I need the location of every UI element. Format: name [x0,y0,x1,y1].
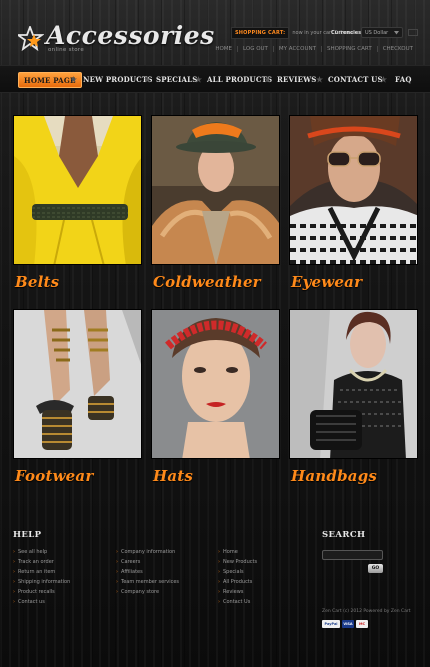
top-link-home[interactable]: HOME [210,46,237,52]
payment-icons: PayPal VISA MC [322,620,368,628]
category-label-hats[interactable]: Hats [153,467,193,485]
currencies-label: Currencies: [331,30,364,36]
footer-link[interactable]: Company store [116,587,179,597]
footer-link[interactable]: New Products [218,557,257,567]
page: Accessories online store SHOPPING CART: … [0,0,430,667]
footer-link[interactable]: Reviews [218,587,257,597]
mastercard-icon: MC [356,620,368,628]
logo-text: Accessories [46,21,215,50]
uk-flag-icon[interactable] [408,29,418,36]
footer-link[interactable]: Contact us [13,597,70,607]
nav-faq[interactable]: FAQ [395,72,412,88]
nav-new-products[interactable]: NEW PRODUCTS [83,72,153,88]
help-links-col3: Home New Products Specials All Products … [218,547,257,607]
star-separator-icon [264,76,271,83]
nav-reviews[interactable]: REVIEWS [277,72,317,88]
star-logo-icon [18,26,44,52]
footer-link[interactable]: Product recalls [13,587,70,597]
footer-link[interactable]: Careers [116,557,179,567]
top-links: HOME LOG OUT MY ACCOUNT SHOPPING CART CH… [210,46,418,52]
nav-all-products[interactable]: ALL PRODUCTS [207,72,272,88]
star-separator-icon [195,76,202,83]
chevron-down-icon [394,30,399,34]
copyright: Zen Cart (c) 2012 Powered by Zen Cart [322,609,411,614]
category-label-coldweather[interactable]: Coldweather [153,273,261,291]
eyewear-photo[interactable] [289,115,418,265]
footer-link[interactable]: Team member services [116,577,179,587]
top-link-my-account[interactable]: MY ACCOUNT [272,46,321,52]
footer-link[interactable]: Home [218,547,257,557]
star-separator-icon [316,76,323,83]
footer-link[interactable]: Shipping information [13,577,70,587]
footer-link[interactable]: See all help [13,547,70,557]
main-nav: HOME PAGE NEW PRODUCTS SPECIALS ALL PROD… [0,65,430,93]
footer-link[interactable]: Return an item [13,567,70,577]
footer-link[interactable]: Track an order [13,557,70,567]
footer-link[interactable]: Specials [218,567,257,577]
currency-value: US Dollar [365,29,389,36]
search-go-button[interactable]: GO [368,564,383,573]
category-label-eyewear[interactable]: Eyewear [291,273,362,291]
nav-specials[interactable]: SPECIALS [156,72,198,88]
coldweather-photo[interactable] [151,115,280,265]
star-separator-icon [70,76,77,83]
footer-link[interactable]: Affiliates [116,567,179,577]
logo-subtitle: online store [48,47,85,53]
handbags-photo[interactable] [289,309,418,459]
footer-link[interactable]: Contact Us [218,597,257,607]
top-link-shopping-cart[interactable]: SHOPPING CART [320,46,377,52]
nav-contact-us[interactable]: CONTACT US [328,72,383,88]
footer-link[interactable]: All Products [218,577,257,587]
currency-select[interactable]: US Dollar [361,27,403,38]
hats-photo[interactable] [151,309,280,459]
help-links-col2: Company information Careers Affiliates T… [116,547,179,597]
category-label-belts[interactable]: Belts [15,273,59,291]
category-label-handbags[interactable]: Handbags [291,467,377,485]
search-input[interactable] [322,550,383,560]
star-separator-icon [144,76,151,83]
category-label-footwear[interactable]: Footwear [15,467,93,485]
footer-link[interactable]: Company information [116,547,179,557]
paypal-icon: PayPal [322,620,340,628]
top-link-logout[interactable]: LOG OUT [237,46,273,52]
visa-icon: VISA [342,620,354,628]
footwear-photo[interactable] [13,309,142,459]
cart-label[interactable]: SHOPPING CART: [231,27,290,39]
top-link-checkout[interactable]: CHECKOUT [376,46,418,52]
help-links-col1: See all help Track an order Return an it… [13,547,70,607]
star-separator-icon [380,76,387,83]
help-title: HELP [13,530,42,540]
search-title: SEARCH [322,530,366,540]
belts-photo[interactable] [13,115,142,265]
